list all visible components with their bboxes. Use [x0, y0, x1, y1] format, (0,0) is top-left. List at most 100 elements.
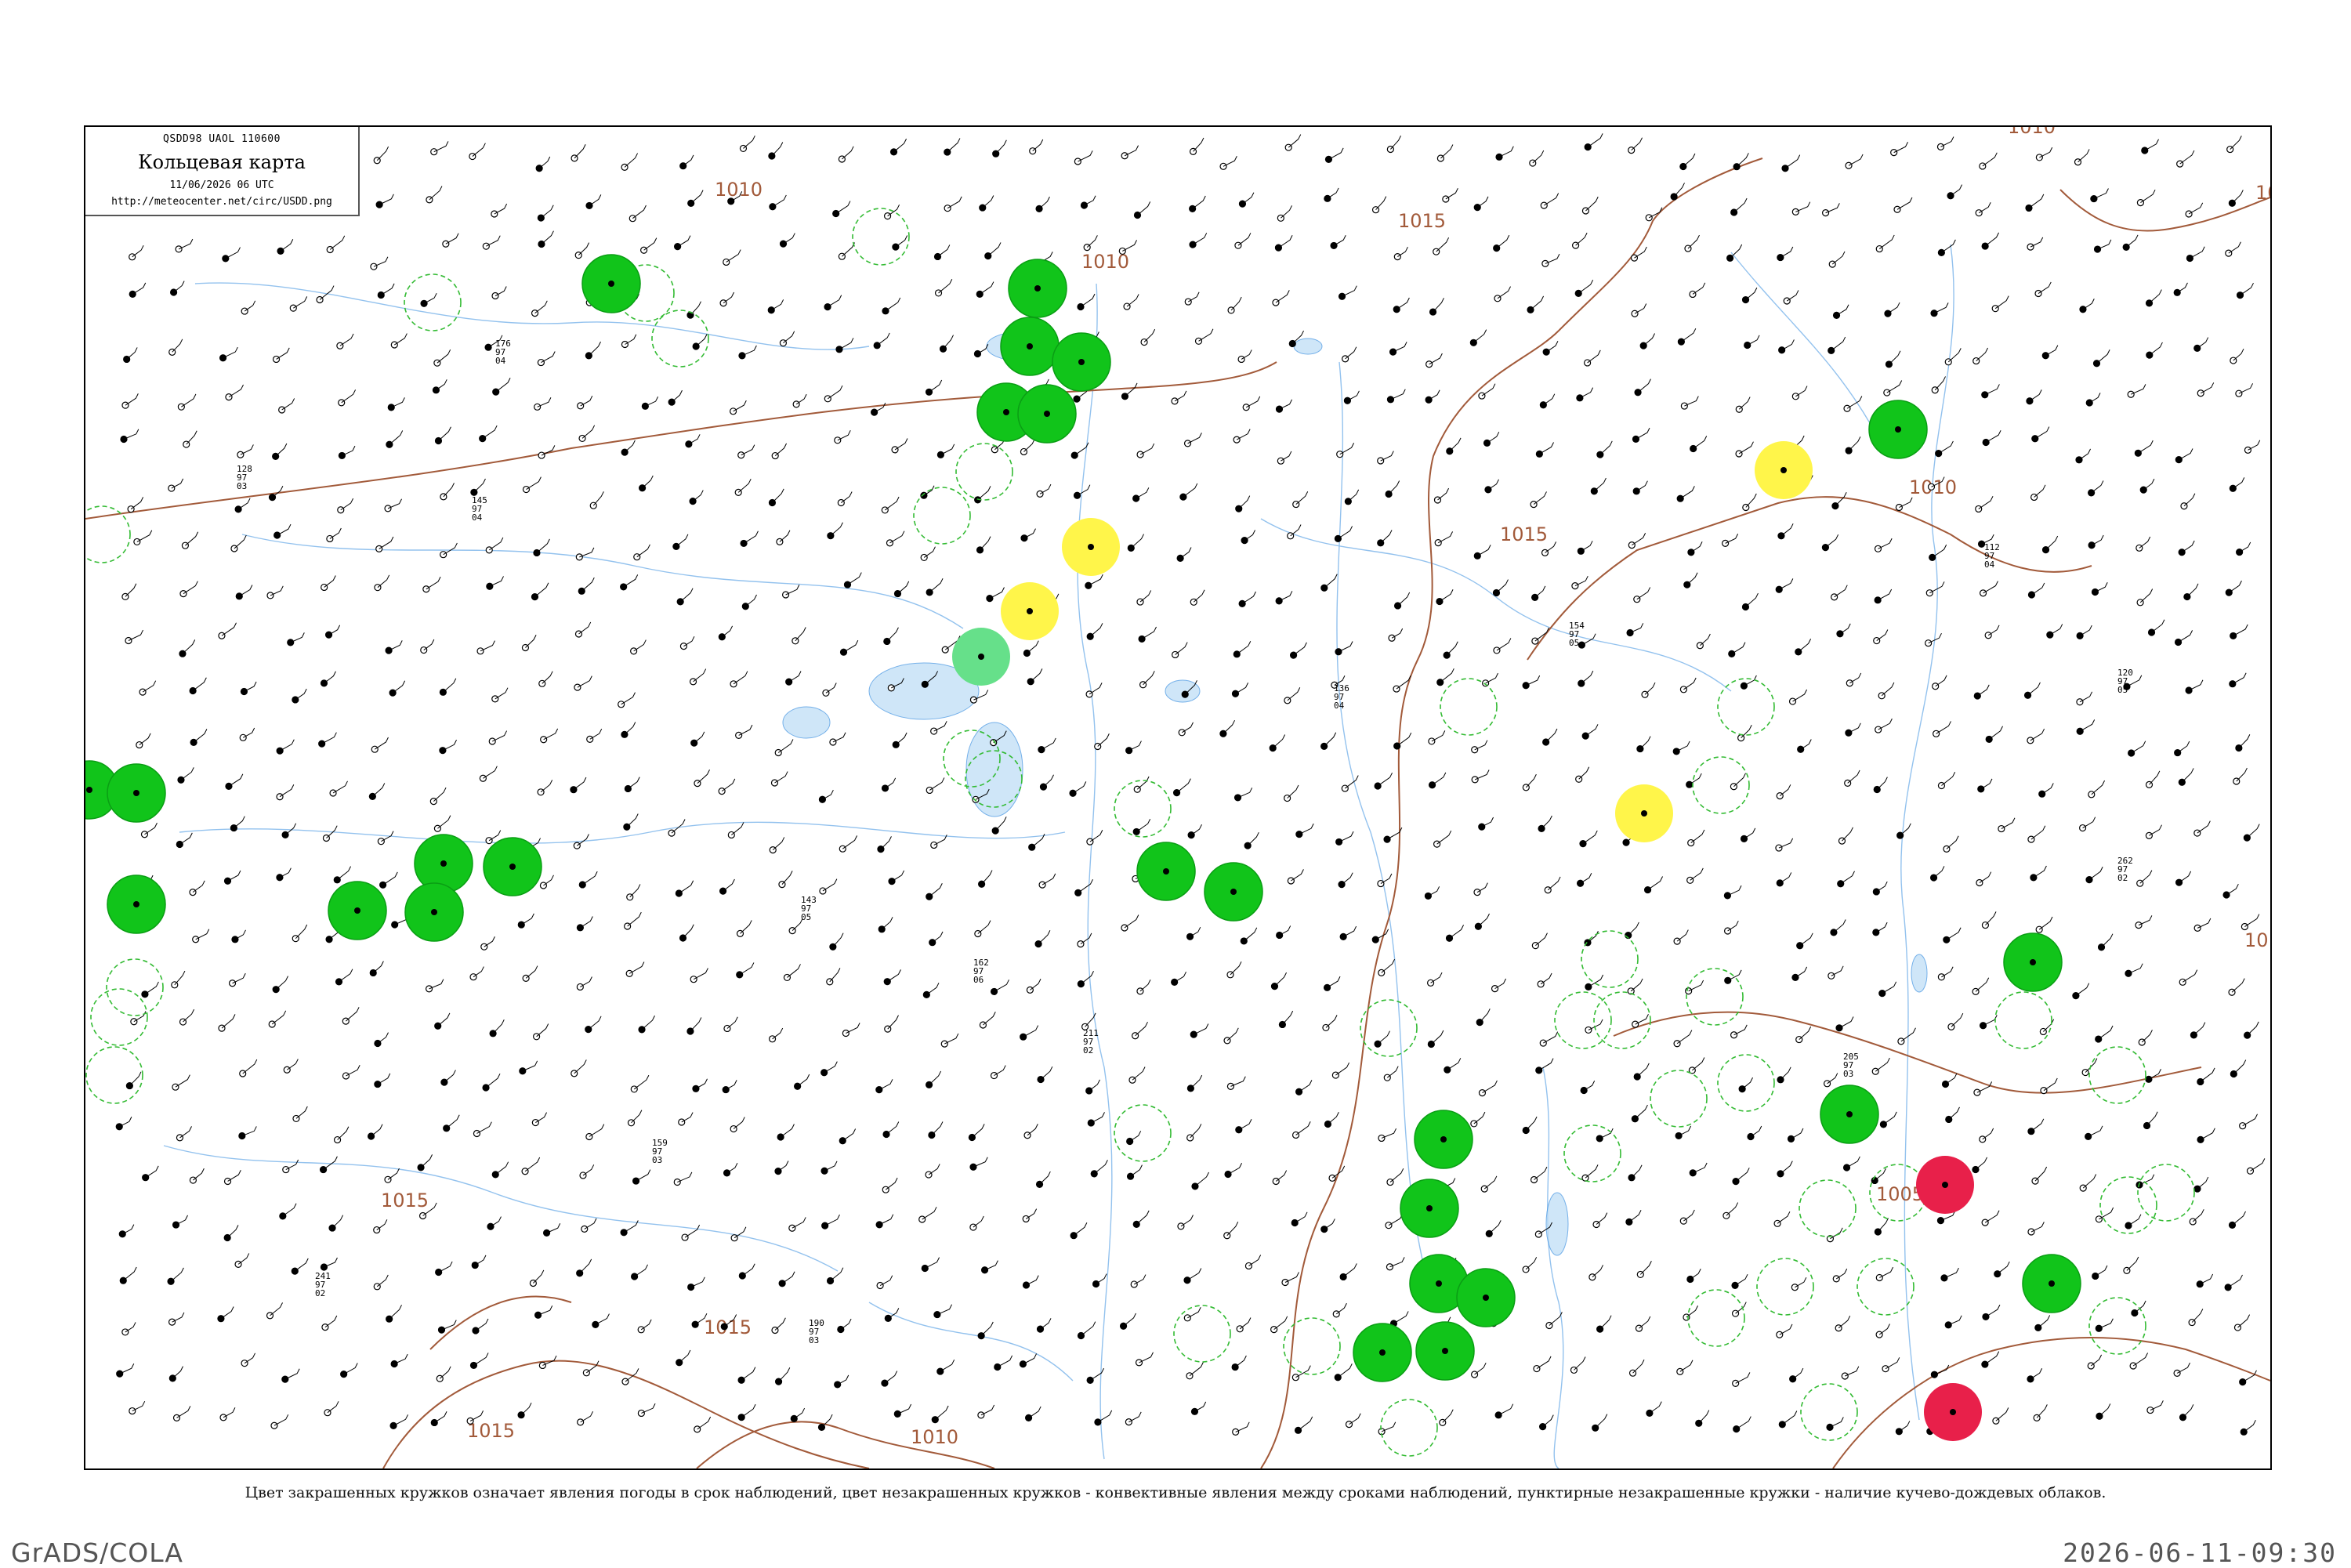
- station-marker: [837, 1325, 845, 1334]
- wind-barb: [740, 920, 752, 934]
- station-marker: [1625, 1218, 1633, 1226]
- wind-barb: [1595, 1414, 1608, 1429]
- station-marker: [473, 1129, 481, 1138]
- wind-barb: [1097, 733, 1110, 747]
- wind-barb: [1639, 736, 1651, 749]
- wind-barb: [1433, 298, 1444, 313]
- wind-barb: [987, 242, 1002, 257]
- wind-barb: [1831, 251, 1846, 265]
- wind-barb: [2034, 1166, 2048, 1182]
- isobar-label: 1015: [1398, 210, 1446, 232]
- wind-barb: [1831, 336, 1846, 351]
- wind-barb: [280, 239, 294, 252]
- wind-barb: [582, 1164, 595, 1176]
- wind-barb: [972, 1124, 985, 1138]
- wind-barb: [881, 917, 893, 930]
- station-readout: 145 97 04: [472, 495, 487, 523]
- wind-barb: [1543, 393, 1556, 406]
- wind-barb: [1628, 922, 1639, 936]
- wind-barb: [2030, 1118, 2045, 1132]
- station-marker: [1895, 426, 1901, 433]
- station-marker: [685, 440, 693, 448]
- wind-barb: [1693, 436, 1708, 449]
- wind-barb: [1941, 239, 1956, 253]
- wind-barb: [1698, 1410, 1710, 1424]
- wind-barb: [2140, 189, 2156, 204]
- wind-barb: [1875, 1057, 1890, 1072]
- wind-barb: [1545, 341, 1559, 353]
- wind-barb: [1345, 346, 1357, 360]
- wind-barb: [1984, 232, 1999, 247]
- wind-barb: [885, 1177, 898, 1190]
- wind-barb: [780, 1124, 795, 1138]
- wind-barb: [1446, 641, 1458, 656]
- wind-barb: [1951, 1012, 1964, 1027]
- wind-barb: [286, 1059, 299, 1070]
- wind-barb: [581, 577, 595, 592]
- wind-barb: [1349, 1413, 1361, 1425]
- wind-barb: [130, 497, 144, 510]
- wind-barb: [538, 156, 551, 169]
- wind-barb: [2179, 871, 2192, 883]
- wind-barb: [1545, 728, 1558, 743]
- wind-barb: [929, 883, 943, 897]
- station-marker: [1272, 299, 1280, 306]
- wind-barb: [1780, 523, 1794, 537]
- wind-barb: [1735, 1302, 1747, 1314]
- wind-barb: [742, 1263, 755, 1276]
- wind-barb: [1784, 154, 1801, 169]
- wind-barb: [1631, 1164, 1643, 1179]
- wind-barb: [830, 522, 843, 537]
- cb-ring: [651, 310, 709, 368]
- wind-barb: [376, 1274, 389, 1287]
- wind-barb: [695, 334, 708, 347]
- wind-barb: [2101, 933, 2114, 948]
- wind-barb: [1683, 153, 1696, 167]
- wind-barb: [1080, 932, 1092, 945]
- wind-barb: [1941, 772, 1956, 786]
- wind-barb: [2096, 349, 2110, 364]
- wind-barb: [1585, 1164, 1599, 1179]
- wind-barb: [1243, 927, 1258, 942]
- station-marker: [1440, 1136, 1447, 1143]
- station-marker: [1230, 889, 1237, 895]
- wind-barb: [1847, 770, 1860, 784]
- wind-barb: [542, 671, 553, 684]
- wind-barb: [633, 1074, 650, 1090]
- wind-barb: [1089, 623, 1103, 637]
- weather-map: 1010101510151010101010101015101510101005…: [85, 127, 2270, 1468]
- wind-barb: [636, 544, 650, 558]
- wind-barb: [272, 485, 284, 498]
- cb-ring: [852, 208, 910, 266]
- wind-barb: [1687, 234, 1700, 249]
- wind-barb: [1290, 524, 1302, 537]
- wind-barb: [525, 965, 538, 979]
- wind-barb: [2043, 1077, 2058, 1092]
- wind-barb: [779, 530, 791, 542]
- wind-barb: [1179, 547, 1192, 559]
- wind-barb: [1878, 1324, 1890, 1335]
- wind-barb: [2237, 1314, 2251, 1328]
- wind-barb: [1344, 775, 1359, 789]
- station-marker: [234, 505, 242, 513]
- station-marker: [223, 1177, 232, 1186]
- wind-barb: [1125, 382, 1138, 397]
- station-marker: [1645, 214, 1653, 222]
- wind-barb: [1585, 196, 1599, 212]
- wind-barb: [1328, 1111, 1339, 1124]
- station-marker: [892, 243, 900, 251]
- wind-barb: [690, 190, 704, 204]
- wind-barb: [172, 1366, 183, 1379]
- station-marker: [1837, 880, 1845, 888]
- wind-barb: [1730, 244, 1743, 259]
- wind-barb: [841, 491, 853, 503]
- wind-barb: [2139, 588, 2154, 603]
- wind-barb: [627, 911, 642, 927]
- wind-barb: [1935, 675, 1947, 687]
- wind-barb: [624, 722, 636, 735]
- wind-barb: [327, 1401, 339, 1414]
- wind-barb: [1798, 639, 1812, 653]
- wind-barb: [1933, 866, 1945, 878]
- wind-barb: [977, 486, 991, 501]
- wind-barb: [1676, 1030, 1693, 1045]
